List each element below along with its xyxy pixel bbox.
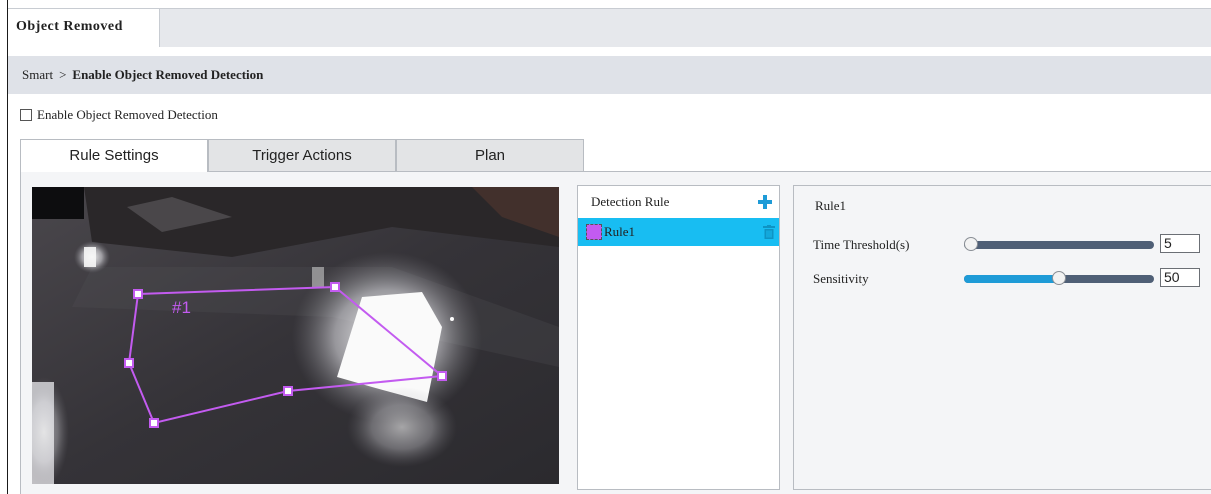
video-frame[interactable]: #1 [32, 187, 559, 484]
tab-object-removed[interactable]: Object Removed [8, 9, 160, 47]
enable-detection-checkbox[interactable] [20, 109, 32, 121]
sensitivity-slider-fill [964, 275, 1059, 283]
sensitivity-label: Sensitivity [813, 271, 869, 286]
rule-row[interactable]: Rule1 [578, 218, 779, 246]
time-threshold-input[interactable]: 5 [1160, 234, 1200, 253]
page-tabstrip: Object Removed [8, 8, 1211, 47]
sensitivity-input[interactable]: 50 [1160, 268, 1200, 287]
rule-name[interactable]: Rule1 [604, 224, 635, 240]
time-threshold-slider-thumb[interactable] [964, 237, 978, 251]
tab-rule-settings[interactable]: Rule Settings [20, 139, 208, 172]
tab-divider [584, 171, 1211, 172]
plus-icon[interactable] [757, 194, 773, 210]
detection-rule-list: Detection Rule Rule1 [577, 185, 780, 490]
region-label: #1 [172, 298, 191, 317]
tab-trigger-actions[interactable]: Trigger Actions [208, 139, 396, 172]
video-preview[interactable]: #1 [32, 187, 559, 484]
time-threshold-slider[interactable] [964, 237, 1154, 251]
rule-color-swatch [586, 224, 602, 240]
breadcrumb: Smart > Enable Object Removed Detection [8, 56, 1211, 94]
enable-detection-row[interactable]: Enable Object Removed Detection [20, 106, 218, 124]
breadcrumb-current: Enable Object Removed Detection [72, 67, 264, 82]
rule-settings-title: Rule1 [815, 198, 847, 213]
sensitivity-slider[interactable] [964, 271, 1154, 285]
sensitivity-slider-thumb[interactable] [1052, 271, 1066, 285]
detection-rule-title: Detection Rule [591, 194, 670, 209]
trash-icon[interactable] [763, 225, 775, 239]
enable-detection-label[interactable]: Enable Object Removed Detection [37, 107, 218, 123]
detection-rule-header: Detection Rule [578, 186, 779, 218]
breadcrumb-root[interactable]: Smart [22, 67, 53, 82]
time-threshold-label: Time Threshold(s) [813, 237, 910, 252]
tab-plan[interactable]: Plan [396, 139, 584, 172]
breadcrumb-separator: > [59, 67, 67, 82]
rule-settings-form: Rule1 Time Threshold(s) 5 Sensitivity 50 [793, 185, 1211, 490]
